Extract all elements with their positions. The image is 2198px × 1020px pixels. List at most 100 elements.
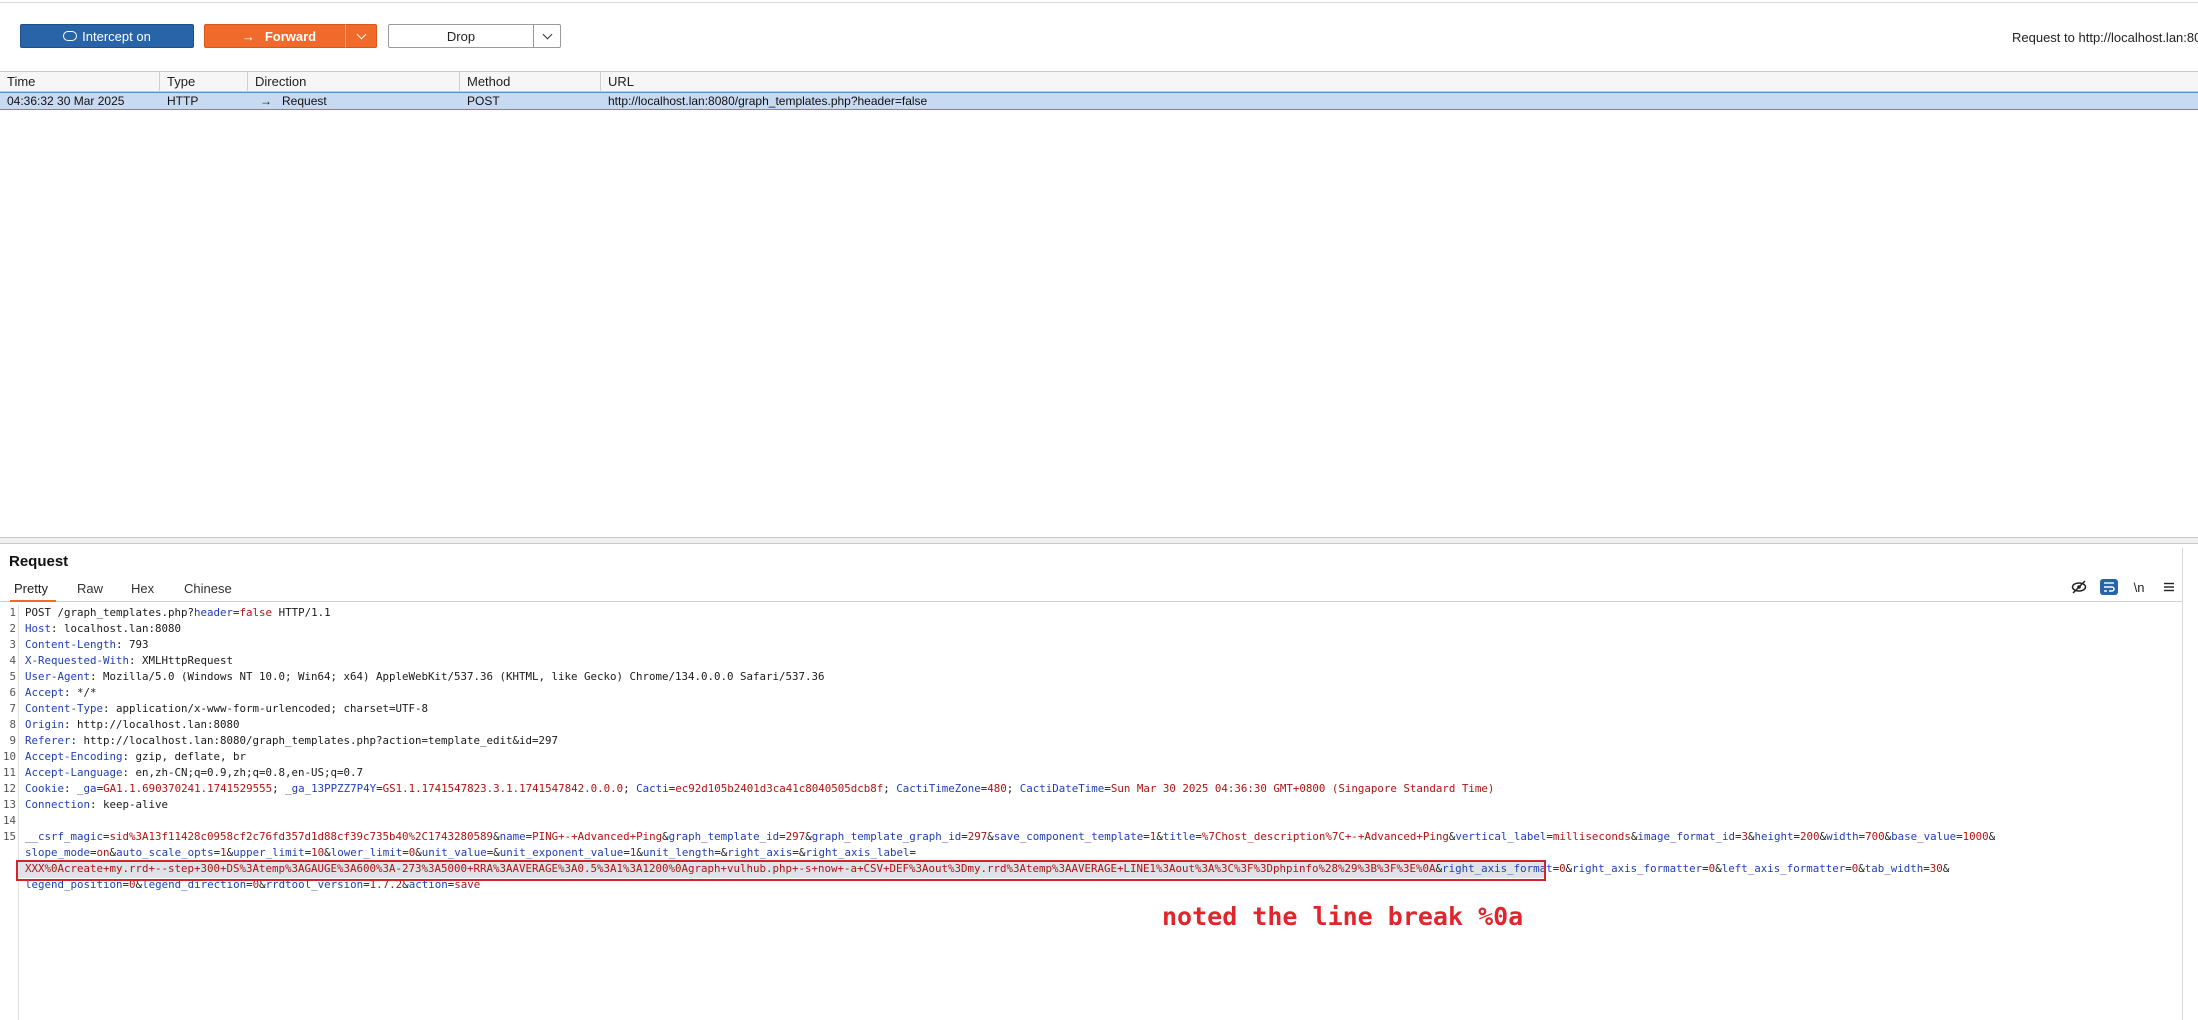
param-key: graph_template_id [668,830,780,843]
param-key: slope_mode [25,846,91,859]
cookie-value: GA1.1.690370241.1741529555 [103,782,273,795]
column-header-type[interactable]: Type [160,72,248,92]
cookie-value: GS1.1.1741547823.3.1.1741547842.0.0.0 [382,782,624,795]
eye-off-icon[interactable] [2070,579,2088,595]
param-key: tab_width [1864,862,1924,875]
cookie-name: CactiDateTime [1019,782,1105,795]
header-value: XMLHttpRequest [135,654,234,667]
line-number: 2 [9,622,16,635]
tab-hex[interactable]: Hex [131,581,154,602]
param-key: name [499,830,526,843]
param-value: on [96,846,110,859]
menu-icon[interactable] [2160,579,2178,595]
cell-direction: → Request [248,93,460,109]
tab-pretty[interactable]: Pretty [10,581,56,602]
column-header-time[interactable]: Time [0,72,160,92]
header-value: http://localhost.lan:8080/graph_template… [77,734,559,747]
cookie-value: ec92d105b2401d3ca41c8040505dcb8f [675,782,884,795]
header-value: localhost.lan:8080 [57,622,182,635]
column-header-url[interactable]: URL [601,72,2198,92]
cookie-name: _ga_13PPZZ7P4Y [285,782,377,795]
line-number: 5 [9,670,16,683]
query-key: header [194,606,234,619]
line-number: 11 [2,766,16,779]
drop-label: Drop [446,28,476,44]
header-name: Connection [25,798,91,811]
header-name: Origin [25,718,65,731]
param-key: unit_exponent_value [499,846,624,859]
header-name: Content-Length [25,638,117,651]
header-name: User-Agent [25,670,91,683]
side-rail [2182,548,2198,1020]
header-line: X-Requested-With: XMLHttpRequest [25,653,2175,669]
header-line: Referer: http://localhost.lan:8080/graph… [25,733,2175,749]
intercept-toggle-button[interactable]: Intercept on [20,24,194,48]
header-value: */* [70,686,97,699]
separator: ; [883,782,897,795]
forward-button[interactable]: → Forward [204,24,354,48]
drop-button[interactable]: Drop [388,24,534,48]
newline-icon[interactable]: \n [2130,579,2148,595]
param-value: 700 [1865,830,1885,843]
request-target-label: Request to http://localhost.lan:8080 [2012,30,2198,45]
arrow-right-icon: → [241,28,255,44]
param-value: 1000 [1962,830,1989,843]
column-header-direction[interactable]: Direction [248,72,460,92]
param-key: width [1826,830,1859,843]
separator: ; [623,782,637,795]
param-key: height [1754,830,1794,843]
cookie-value: 480 [987,782,1007,795]
param-key: __csrf_magic [25,830,104,843]
line-number: 10 [2,750,16,763]
cell-direction-label: Request [282,94,327,108]
param-key: base_value [1891,830,1957,843]
wrap-icon[interactable] [2100,579,2118,595]
header-name: X-Requested-With [25,654,130,667]
request-protocol: HTTP/1.1 [272,606,331,619]
request-editor[interactable]: 1 2 3 4 5 6 7 8 9 10 11 12 13 14 15 POST… [0,605,2182,1020]
param-key: vertical_label [1455,830,1547,843]
param-value: 297 [785,830,806,843]
body-line: __csrf_magic=sid%3A13f11428c0958cf2c76fd… [25,829,2175,845]
header-line: Accept-Language: en,zh-CN;q=0.9,zh;q=0.8… [25,765,2175,781]
param-key: auto_scale_opts [116,846,214,859]
header-name: Accept [25,686,65,699]
line-number: 14 [2,814,16,827]
header-name: Cookie [25,782,65,795]
param-key: right_axis_label [805,846,910,859]
header-line: Origin: http://localhost.lan:8080 [25,717,2175,733]
line-number: 9 [9,734,16,747]
drop-options-button[interactable] [533,24,561,48]
param-separator: & [1988,830,1996,843]
intercept-label: Intercept on [82,28,151,44]
panel-splitter[interactable] [0,537,2198,544]
param-value: 297 [967,830,988,843]
request-view-tabs: Pretty Raw Hex Chinese [0,576,2182,602]
header-value: Mozilla/5.0 (Windows NT 10.0; Win64; x64… [96,670,825,683]
header-value: 793 [122,638,149,651]
line-number: 7 [9,702,16,715]
table-row[interactable]: 04:36:32 30 Mar 2025 HTTP → Request POST … [0,92,2198,110]
cell-type: HTTP [167,94,199,108]
param-key: upper_limit [233,846,305,859]
line-number: 1 [9,606,16,619]
param-key: lower_limit [330,846,403,859]
header-value: application/x-www-form-urlencoded; chars… [109,702,429,715]
param-key: right_axis [727,846,793,859]
header-name: Accept-Language [25,766,123,779]
param-value: sid%3A13f11428c0958cf2c76fd357d1d88cf39c… [109,830,494,843]
param-key: save_component_template [993,830,1144,843]
cookie-name: Cacti [636,782,669,795]
param-key: unit_length [642,846,715,859]
line-number: 4 [9,654,16,667]
param-key: right_axis_formatter [1572,862,1703,875]
toolbar: Intercept on → Forward Drop Request to h… [0,3,2198,65]
arrow-right-icon: → [260,94,272,108]
header-line: Accept-Encoding: gzip, deflate, br [25,749,2175,765]
forward-options-button[interactable] [345,24,377,48]
param-value: %7Chost_description%7C+-+Advanced+Ping [1201,830,1449,843]
request-method-path: POST /graph_templates.php? [25,606,195,619]
tab-chinese[interactable]: Chinese [184,581,232,602]
tab-raw[interactable]: Raw [77,581,103,602]
column-header-method[interactable]: Method [460,72,601,92]
